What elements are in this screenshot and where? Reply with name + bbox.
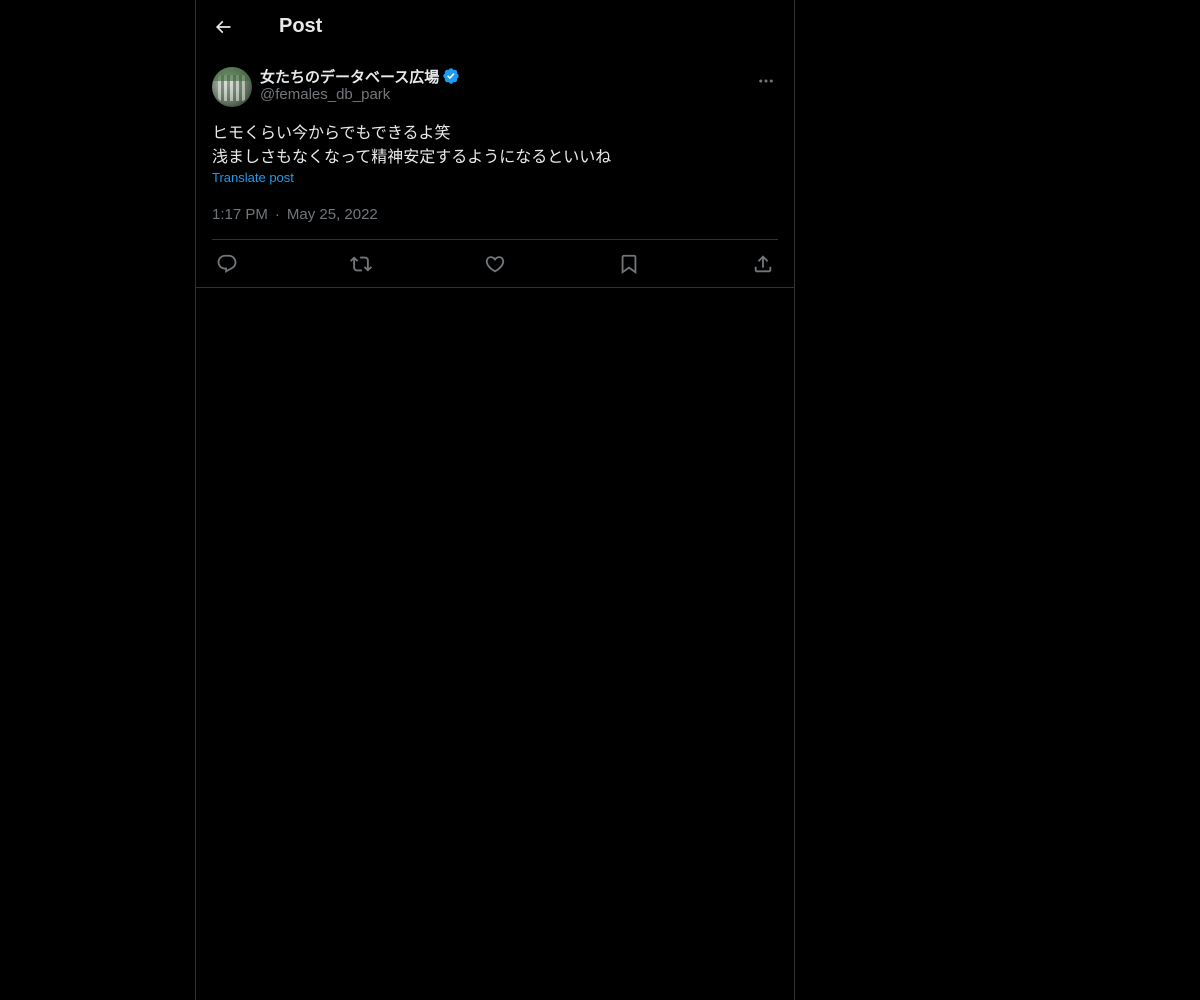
post-text: ヒモくらい今からでもできるよ笑 浅ましさもなくなって精神安定するようになるといい… — [212, 121, 778, 169]
author-display-name[interactable]: 女たちのデータベース広場 — [260, 66, 439, 87]
action-bar — [212, 240, 778, 287]
arrow-left-icon — [213, 17, 233, 37]
post-text-line: 浅ましさもなくなって精神安定するようになるといいね — [212, 147, 612, 166]
post-text-line: ヒモくらい今からでもできるよ笑 — [212, 123, 451, 142]
like-icon — [484, 253, 506, 275]
repost-button[interactable] — [350, 253, 372, 275]
post-meta: 1:17 PM · May 25, 2022 — [212, 204, 778, 224]
share-button[interactable] — [752, 253, 774, 275]
more-horizontal-icon — [757, 72, 775, 90]
reply-icon — [216, 253, 238, 275]
author-row: 女たちのデータベース広場 @females_db_park — [212, 65, 778, 109]
like-button[interactable] — [484, 253, 506, 275]
translate-post-link[interactable]: Translate post — [212, 170, 294, 185]
post-detail: 女たちのデータベース広場 @females_db_park ヒモくらい今からでも… — [196, 53, 794, 288]
author-names: 女たちのデータベース広場 @females_db_park — [260, 65, 460, 103]
page-header: Post — [196, 0, 794, 53]
divider — [196, 287, 794, 288]
meta-separator: · — [274, 205, 280, 223]
post-date[interactable]: May 25, 2022 — [287, 206, 378, 223]
verified-badge-icon[interactable] — [442, 67, 460, 85]
reply-button[interactable] — [216, 253, 238, 275]
author-handle[interactable]: @females_db_park — [260, 86, 460, 103]
avatar[interactable] — [212, 67, 252, 107]
share-icon — [752, 253, 774, 275]
more-options-button[interactable] — [754, 69, 778, 93]
post-time[interactable]: 1:17 PM — [212, 206, 268, 223]
page-title: Post — [279, 15, 323, 37]
bookmark-button[interactable] — [618, 253, 640, 275]
main-column: Post 女たちのデータベース広場 @females_db_park ヒモくらい… — [195, 0, 795, 1000]
back-button[interactable] — [206, 10, 240, 44]
repost-icon — [350, 253, 372, 275]
bookmark-icon — [618, 253, 640, 275]
